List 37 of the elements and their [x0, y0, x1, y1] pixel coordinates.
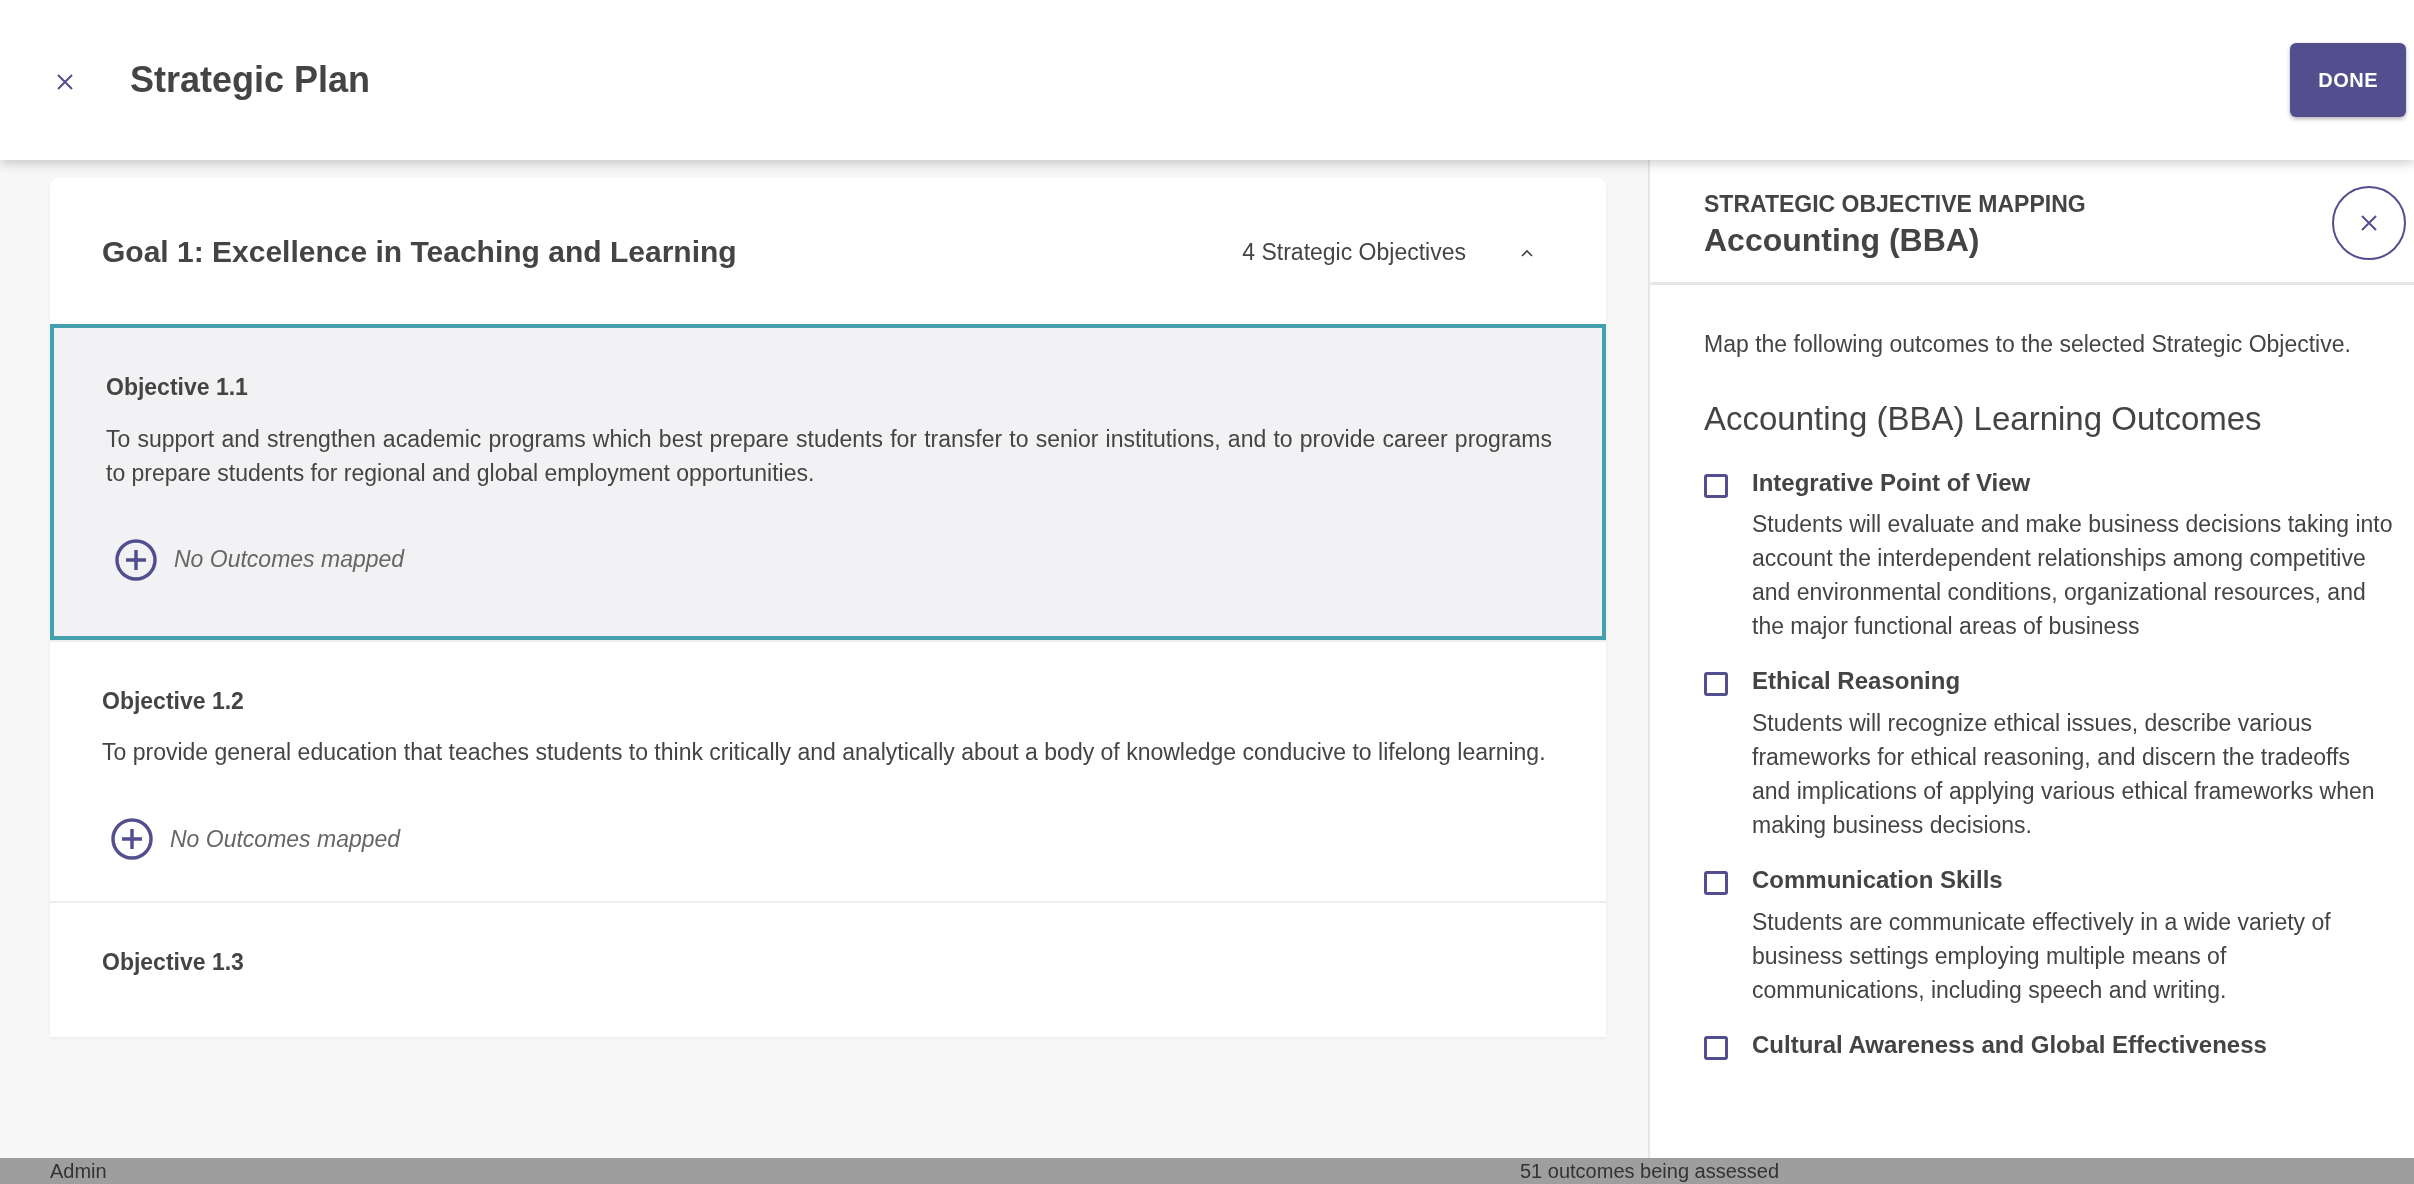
- outcomes-heading: Accounting (BBA) Learning Outcomes: [1704, 399, 2263, 439]
- outcome-title: Integrative Point of View: [1752, 468, 2032, 498]
- outcomes-summary: 51 outcomes being assessed: [1520, 1159, 1780, 1184]
- checkbox[interactable]: [1704, 1036, 1728, 1060]
- objective-title: Objective 1.1: [106, 374, 249, 402]
- user-name: Admin: [50, 1159, 108, 1184]
- objective-panel[interactable]: Objective 1.2 To provide general education that teaches students to think critically and analytically about a body of knowledge conducive to lifelong learning. No Outcomes mapped: [50, 639, 1606, 902]
- checkbox[interactable]: [1704, 672, 1728, 697]
- close-icon: [56, 72, 74, 91]
- outcome-title: Communication Skills: [1752, 866, 2004, 895]
- outcome-description: Students are communicate effectively in a wide variety of business settings employing multiple means of communications, including speech and writing.: [1752, 908, 2332, 1005]
- outcome-description: Students will evaluate and make business decisions taking into account the interdependent relationships among competitive and environmental conditions, organizational resources, and the major functional areas of business: [1752, 510, 2394, 642]
- plus-circle-icon: [110, 817, 154, 862]
- panel-eyebrow: STRATEGIC OBJECTIVE MAPPING: [1704, 189, 2086, 219]
- objective-title: Objective 1.2: [102, 687, 245, 716]
- add-outcome-button[interactable]: [110, 817, 154, 862]
- panel-title: Accounting (BBA): [1704, 221, 1981, 260]
- objective-text: To support and strengthen academic programs which best prepare students for transfer to senior institutions, and to provide career programs to prepare students for regional and global employment opportunities.: [106, 424, 1552, 488]
- objective-text: To provide general education that teaches students to think critically and analytically about a body of knowledge conducive to lifelong learning.: [102, 738, 1547, 768]
- objective-title: Objective 1.3: [102, 949, 245, 977]
- objective-count: 4 Strategic Objectives: [1242, 237, 1466, 267]
- done-button[interactable]: DONE: [2290, 43, 2406, 117]
- objective-panel[interactable]: Objective 1.3: [50, 901, 1606, 1037]
- goal-title: Goal 1: Excellence in Teaching and Learning: [102, 234, 737, 270]
- no-outcomes-text: No Outcomes mapped: [174, 545, 405, 575]
- objective-panel[interactable]: [50, 324, 1606, 640]
- add-outcome-button[interactable]: [114, 537, 158, 582]
- close-icon: [2360, 214, 2378, 232]
- instructions-text: Map the following outcomes to the selected Strategic Objective.: [1704, 330, 2352, 359]
- page-title: Strategic Plan: [130, 58, 371, 102]
- outcome-description: Students will recognize ethical issues, describe various frameworks for ethical reasoning, and discern the tradeoffs and implications of applying various ethical frameworks when making business decisions.: [1752, 709, 2376, 841]
- no-outcomes-text: No Outcomes mapped: [170, 824, 401, 854]
- plus-circle-icon: [114, 537, 158, 582]
- checkbox[interactable]: [1704, 473, 1728, 498]
- outcome-title: Cultural Awareness and Global Effectiveness: [1752, 1031, 2267, 1060]
- checkbox[interactable]: [1704, 871, 1728, 896]
- outcome-title: Ethical Reasoning: [1752, 667, 1962, 697]
